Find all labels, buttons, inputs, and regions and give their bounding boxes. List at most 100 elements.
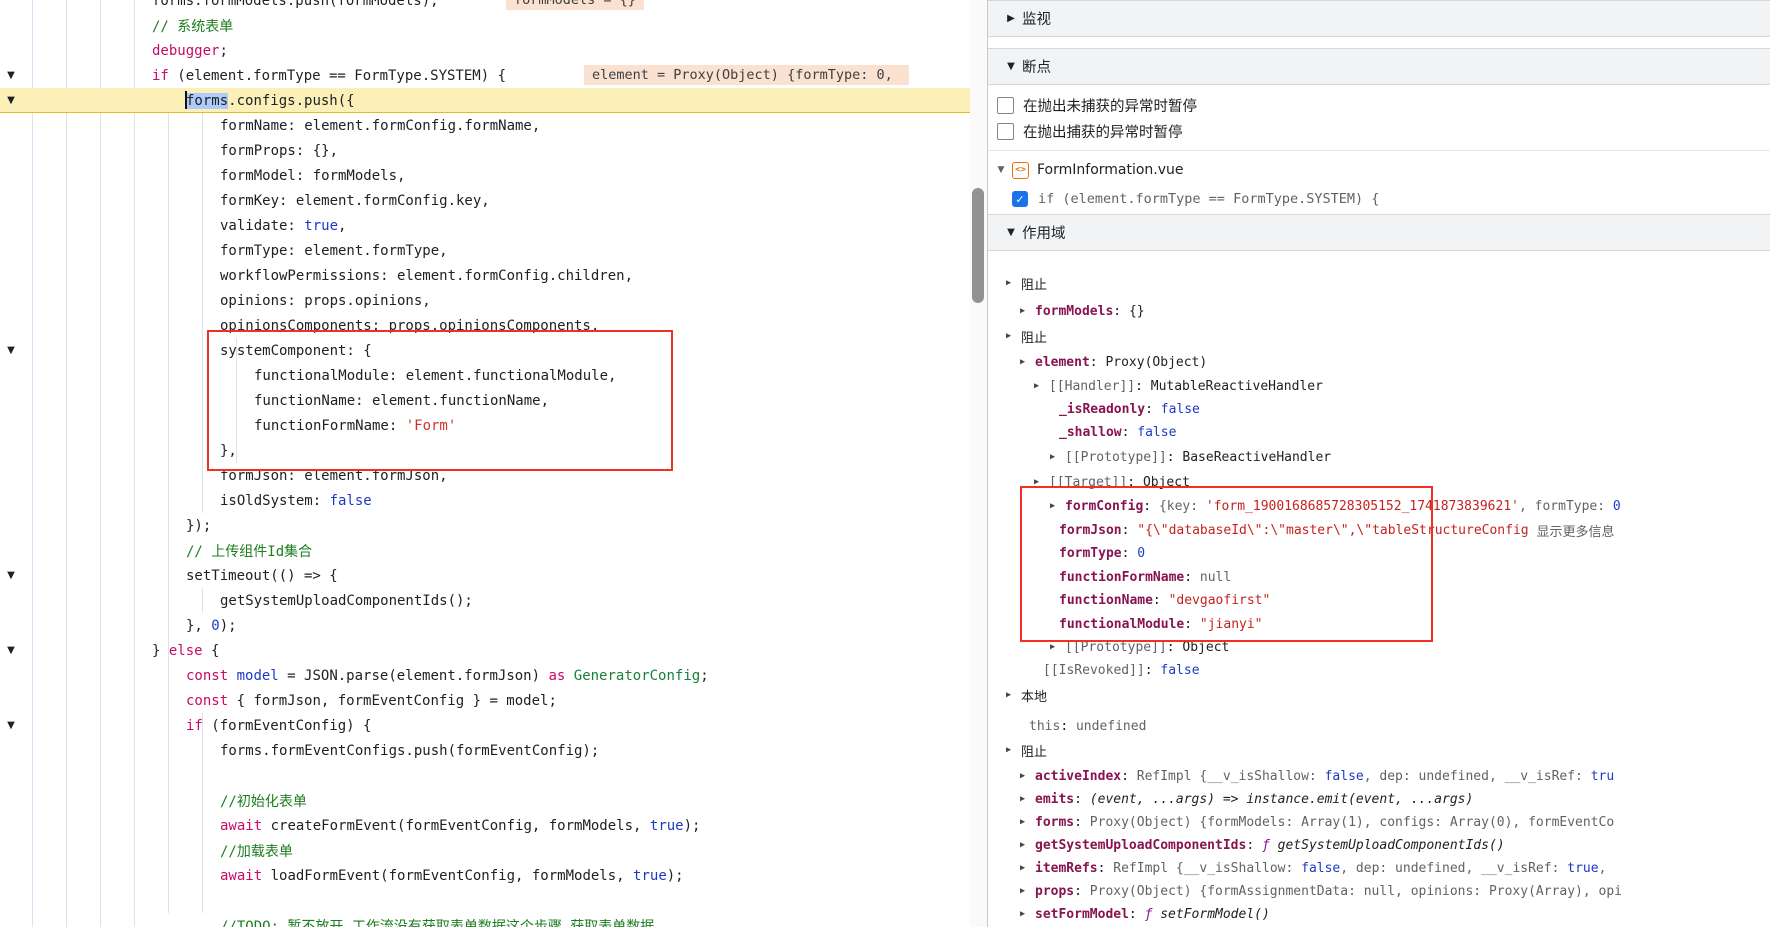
- code-line[interactable]: //TODO: 暂不放开 工作流没有获取表单数据这个步骤 获取表单数据: [0, 913, 654, 927]
- scope-row[interactable]: ▶getSystemUploadComponentIds: ƒ getSyste…: [988, 834, 1770, 856]
- section-scope[interactable]: ▼ 作用域: [988, 214, 1770, 251]
- scope-row[interactable]: formJson: "{\"databaseId\":\"master\",\"…: [988, 519, 1770, 541]
- scope-row[interactable]: ▶阻止: [988, 739, 1770, 761]
- expand-arrow-icon[interactable]: ▶: [1020, 840, 1035, 850]
- editor-scrollbar-thumb[interactable]: [972, 188, 984, 303]
- expand-arrow-icon[interactable]: ▶: [1050, 501, 1065, 511]
- code-line[interactable]: systemComponent: {: [0, 338, 372, 363]
- pause-caught-row[interactable]: 在抛出捕获的异常时暂停: [988, 118, 1770, 144]
- expand-arrow-icon[interactable]: ▶: [1006, 331, 1021, 341]
- code-line[interactable]: formName: element.formConfig.formName,: [0, 113, 540, 138]
- code-line[interactable]: const { formJson, formEventConfig } = mo…: [0, 688, 557, 713]
- code-line[interactable]: // 系统表单: [0, 13, 233, 38]
- scope-row[interactable]: ▶[[Prototype]]: Object: [988, 636, 1770, 658]
- expand-arrow-icon[interactable]: ▶: [1020, 863, 1035, 873]
- fold-marker-icon[interactable]: ▼: [3, 88, 19, 113]
- triangle-down-icon[interactable]: ▼: [994, 165, 1008, 175]
- expand-arrow-icon[interactable]: ▶: [1006, 278, 1021, 288]
- code-line[interactable]: functionalModule: element.functionalModu…: [0, 363, 616, 388]
- code-line[interactable]: // 上传组件Id集合: [0, 538, 312, 563]
- code-line[interactable]: formJson: element.formJson,: [0, 463, 448, 488]
- code-line[interactable]: isOldSystem: false: [0, 488, 372, 513]
- checkbox-checked-icon[interactable]: ✓: [1012, 191, 1028, 207]
- scope-row[interactable]: ▶[[Handler]]: MutableReactiveHandler: [988, 375, 1770, 397]
- fold-marker-icon[interactable]: ▼: [3, 563, 19, 588]
- code-line[interactable]: functionFormName: 'Form': [0, 413, 456, 438]
- breakpoint-entry[interactable]: ✓ if (element.formType == FormType.SYSTE…: [988, 186, 1770, 212]
- expand-arrow-icon[interactable]: ▶: [1020, 817, 1035, 827]
- code-line[interactable]: formKey: element.formConfig.key,: [0, 188, 490, 213]
- scope-row[interactable]: ▶[[Target]]: Object: [988, 471, 1770, 493]
- code-line[interactable]: //加载表单: [0, 838, 293, 863]
- expand-arrow-icon[interactable]: ▶: [1006, 690, 1021, 700]
- scope-row[interactable]: _shallow: false: [988, 421, 1770, 443]
- expand-arrow-icon[interactable]: ▶: [1050, 642, 1065, 652]
- scope-row[interactable]: ▶本地: [988, 684, 1770, 706]
- scope-row[interactable]: ▶itemRefs: RefImpl {__v_isShallow: false…: [988, 857, 1770, 879]
- expand-arrow-icon[interactable]: ▶: [1020, 771, 1035, 781]
- expand-arrow-icon[interactable]: ▶: [1020, 357, 1035, 367]
- scope-row[interactable]: ▶activeIndex: RefImpl {__v_isShallow: fa…: [988, 765, 1770, 787]
- fold-marker-icon[interactable]: ▼: [3, 63, 19, 88]
- code-line[interactable]: setTimeout(() => {: [0, 563, 338, 588]
- fold-marker-icon[interactable]: ▼: [3, 338, 19, 363]
- scope-row[interactable]: [[IsRevoked]]: false: [988, 659, 1770, 681]
- code-line[interactable]: opinionsComponents: props.opinionsCompon…: [0, 313, 599, 338]
- scope-row[interactable]: ▶emits: (event, ...args) => instance.emi…: [988, 788, 1770, 810]
- checkbox-unchecked-icon[interactable]: [997, 97, 1014, 114]
- expand-arrow-icon[interactable]: ▶: [1050, 452, 1065, 462]
- scope-row[interactable]: ▶setFormModel: ƒ setFormModel(): [988, 903, 1770, 925]
- scope-row[interactable]: ▶[[Prototype]]: BaseReactiveHandler: [988, 446, 1770, 468]
- scope-row[interactable]: functionalModule: "jianyi": [988, 613, 1770, 635]
- section-breakpoints[interactable]: ▼ 断点: [988, 48, 1770, 85]
- scope-row[interactable]: formType: 0: [988, 542, 1770, 564]
- source-editor[interactable]: forms.formModels.push(formModels); formMo…: [0, 0, 970, 927]
- code-line[interactable]: formProps: {},: [0, 138, 338, 163]
- code-line[interactable]: forms.formModels.push(formModels);: [0, 0, 439, 13]
- code-line[interactable]: if (element.formType == FormType.SYSTEM)…: [0, 63, 506, 88]
- scope-row[interactable]: ▶formConfig: {key: 'form_190016868572830…: [988, 495, 1770, 517]
- scope-row[interactable]: ▶element: Proxy(Object): [988, 351, 1770, 373]
- scope-row[interactable]: ▶formModels: {}: [988, 300, 1770, 322]
- code-line[interactable]: forms.configs.push({: [0, 88, 355, 113]
- code-line[interactable]: getSystemUploadComponentIds();: [0, 588, 473, 613]
- scope-row[interactable]: ▶阻止: [988, 272, 1770, 294]
- scope-row[interactable]: ▶阻止: [988, 325, 1770, 347]
- code-line[interactable]: const model = JSON.parse(element.formJso…: [0, 663, 709, 688]
- section-watch[interactable]: ▶ 监视: [988, 0, 1770, 37]
- expand-arrow-icon[interactable]: ▶: [1034, 381, 1049, 391]
- scope-row[interactable]: functionName: "devgaofirst": [988, 589, 1770, 611]
- code-line[interactable]: debugger;: [0, 38, 228, 63]
- code-line[interactable]: });: [0, 513, 211, 538]
- code-line[interactable]: validate: true,: [0, 213, 346, 238]
- code-line[interactable]: opinions: props.opinions,: [0, 288, 431, 313]
- scope-row[interactable]: this: undefined: [988, 715, 1770, 737]
- code-line[interactable]: functionName: element.functionName,: [0, 388, 549, 413]
- editor-scrollbar-track[interactable]: [970, 0, 987, 927]
- code-line[interactable]: await createFormEvent(formEventConfig, f…: [0, 813, 700, 838]
- scope-row[interactable]: _isReadonly: false: [988, 398, 1770, 420]
- fold-marker-icon[interactable]: ▼: [3, 638, 19, 663]
- scope-row[interactable]: ▶forms: Proxy(Object) {formModels: Array…: [988, 811, 1770, 833]
- code-line[interactable]: await loadFormEvent(formEventConfig, for…: [0, 863, 684, 888]
- expand-arrow-icon[interactable]: ▶: [1006, 745, 1021, 755]
- code-line[interactable]: //初始化表单: [0, 788, 307, 813]
- code-line[interactable]: } else {: [0, 638, 219, 663]
- expand-arrow-icon[interactable]: ▶: [1034, 477, 1049, 487]
- expand-arrow-icon[interactable]: ▶: [1020, 909, 1035, 919]
- code-line[interactable]: }, 0);: [0, 613, 237, 638]
- code-line[interactable]: if (formEventConfig) {: [0, 713, 371, 738]
- fold-marker-icon[interactable]: ▼: [3, 713, 19, 738]
- code-line[interactable]: workflowPermissions: element.formConfig.…: [0, 263, 633, 288]
- expand-arrow-icon[interactable]: ▶: [1020, 306, 1035, 316]
- pause-uncaught-row[interactable]: 在抛出未捕获的异常时暂停: [988, 92, 1770, 118]
- breakpoint-group[interactable]: ▼ <> FormInformation.vue: [988, 156, 1770, 184]
- scope-row[interactable]: ▶props: Proxy(Object) {formAssignmentDat…: [988, 880, 1770, 902]
- expand-arrow-icon[interactable]: ▶: [1020, 886, 1035, 896]
- code-line[interactable]: },: [0, 438, 237, 463]
- code-line[interactable]: formType: element.formType,: [0, 238, 448, 263]
- checkbox-unchecked-icon[interactable]: [997, 123, 1014, 140]
- code-line[interactable]: formModel: formModels,: [0, 163, 405, 188]
- code-line[interactable]: forms.formEventConfigs.push(formEventCon…: [0, 738, 599, 763]
- scope-row[interactable]: functionFormName: null: [988, 566, 1770, 588]
